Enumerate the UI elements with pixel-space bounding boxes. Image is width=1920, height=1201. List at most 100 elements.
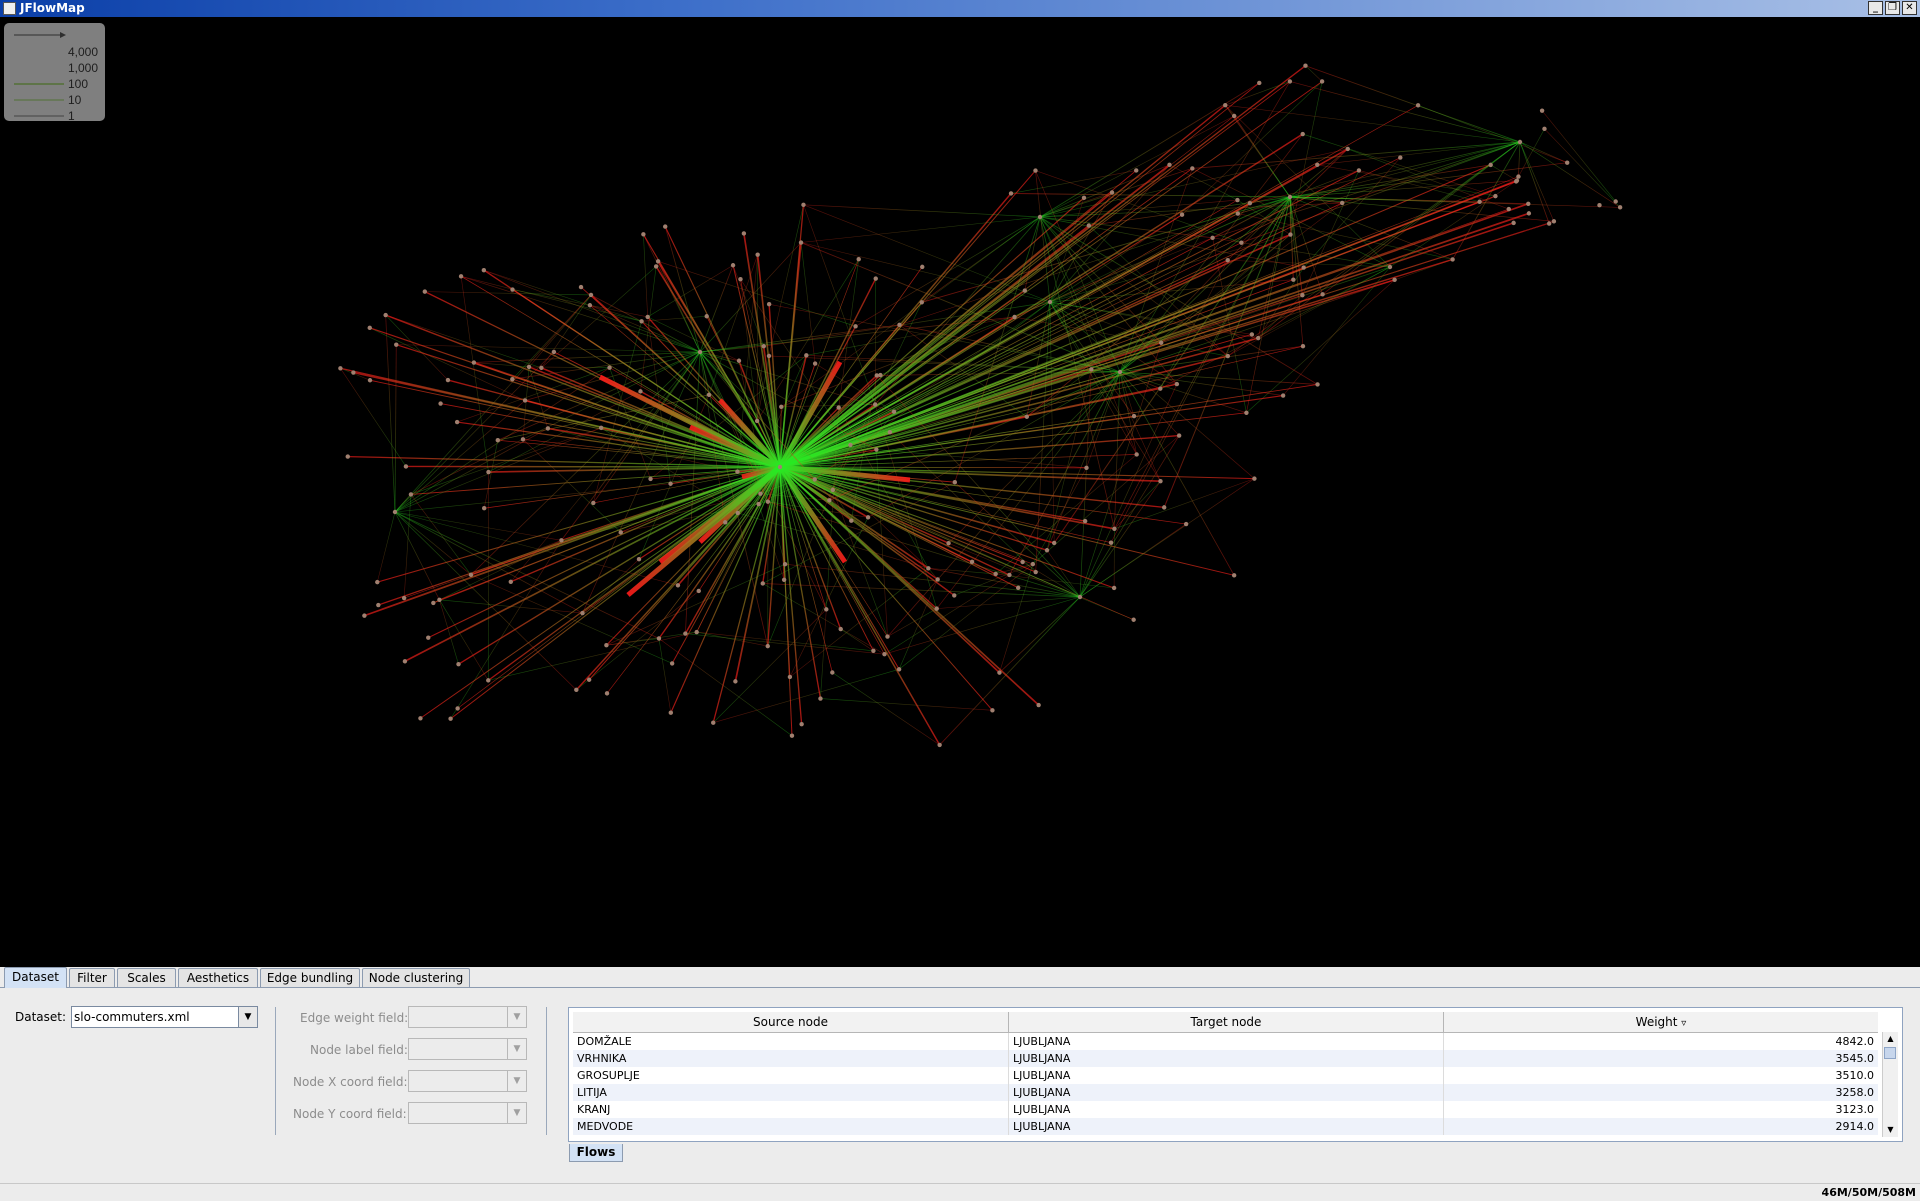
map-node[interactable] xyxy=(486,470,490,474)
map-node[interactable] xyxy=(694,630,698,634)
map-node[interactable] xyxy=(1110,190,1114,194)
map-node[interactable] xyxy=(837,405,841,409)
map-node[interactable] xyxy=(656,259,660,263)
map-node[interactable] xyxy=(599,426,603,430)
map-node[interactable] xyxy=(767,302,771,306)
restore-button[interactable]: ❐ xyxy=(1885,1,1900,15)
map-node[interactable] xyxy=(874,447,878,451)
table-row[interactable]: VRHNIKALJUBLJANA3545.0 xyxy=(573,1050,1878,1067)
map-node[interactable] xyxy=(376,603,380,607)
map-node[interactable] xyxy=(1180,213,1184,217)
tab-scales[interactable]: Scales xyxy=(117,968,176,987)
map-node[interactable] xyxy=(438,401,442,405)
map-node[interactable] xyxy=(1087,223,1091,227)
map-node[interactable] xyxy=(857,257,861,261)
map-node[interactable] xyxy=(885,634,889,638)
map-node[interactable] xyxy=(934,606,938,610)
map-node[interactable] xyxy=(383,313,387,317)
tab-edge-bundling[interactable]: Edge bundling xyxy=(260,968,360,987)
map-node[interactable] xyxy=(521,437,525,441)
flow-map-canvas[interactable]: 4,000 1,000 100 10 1 xyxy=(0,17,1920,967)
map-node[interactable] xyxy=(827,498,831,502)
map-node[interactable] xyxy=(589,293,593,297)
map-node[interactable] xyxy=(446,378,450,382)
map-node[interactable] xyxy=(1244,411,1248,415)
column-header-weight[interactable]: Weight ▿ xyxy=(1444,1012,1878,1032)
map-node[interactable] xyxy=(375,580,379,584)
map-node[interactable] xyxy=(1038,215,1042,219)
map-node[interactable] xyxy=(431,601,435,605)
map-node[interactable] xyxy=(456,662,460,666)
map-node[interactable] xyxy=(448,717,452,721)
edge-weight-select[interactable]: ▼ xyxy=(408,1006,527,1028)
map-node[interactable] xyxy=(697,589,701,593)
map-node[interactable] xyxy=(790,734,794,738)
map-node[interactable] xyxy=(394,342,398,346)
map-node[interactable] xyxy=(1109,540,1113,544)
map-node[interactable] xyxy=(783,562,787,566)
map-node[interactable] xyxy=(897,667,901,671)
map-node[interactable] xyxy=(1320,79,1324,83)
map-node[interactable] xyxy=(1232,114,1236,118)
map-node[interactable] xyxy=(755,419,759,423)
map-node[interactable] xyxy=(1236,211,1240,215)
map-node[interactable] xyxy=(1190,166,1194,170)
table-row[interactable]: DOMŽALELJUBLJANA4842.0 xyxy=(573,1033,1878,1050)
map-node[interactable] xyxy=(510,377,514,381)
map-node[interactable] xyxy=(1257,81,1261,85)
map-node[interactable] xyxy=(486,678,490,682)
map-node[interactable] xyxy=(559,538,563,542)
map-node[interactable] xyxy=(1291,277,1295,281)
map-node[interactable] xyxy=(839,627,843,631)
map-node[interactable] xyxy=(1320,292,1324,296)
map-node[interactable] xyxy=(761,581,765,585)
map-node[interactable] xyxy=(799,240,803,244)
map-node[interactable] xyxy=(1162,505,1166,509)
map-node[interactable] xyxy=(455,420,459,424)
chevron-down-icon[interactable]: ▼ xyxy=(507,1103,526,1123)
map-node[interactable] xyxy=(1007,573,1011,577)
map-node[interactable] xyxy=(1016,586,1020,590)
map-node[interactable] xyxy=(1597,203,1601,207)
table-row[interactable]: LITIJALJUBLJANA3258.0 xyxy=(573,1084,1878,1101)
map-node[interactable] xyxy=(804,353,808,357)
map-node[interactable] xyxy=(1158,386,1162,390)
map-node[interactable] xyxy=(926,566,930,570)
close-button[interactable]: ✕ xyxy=(1902,1,1917,15)
map-node[interactable] xyxy=(707,393,711,397)
node-y-select[interactable]: ▼ xyxy=(408,1102,527,1124)
map-node[interactable] xyxy=(607,365,611,369)
dataset-select[interactable]: slo-commuters.xml ▼ xyxy=(71,1006,258,1028)
map-node[interactable] xyxy=(510,287,514,291)
column-header-target[interactable]: Target node xyxy=(1009,1012,1444,1032)
map-node[interactable] xyxy=(482,506,486,510)
map-node[interactable] xyxy=(1301,344,1305,348)
map-node[interactable] xyxy=(824,607,828,611)
map-node[interactable] xyxy=(1518,140,1522,144)
map-node[interactable] xyxy=(882,652,886,656)
map-node[interactable] xyxy=(731,263,735,267)
map-node[interactable] xyxy=(735,470,739,474)
map-node[interactable] xyxy=(1398,155,1402,159)
map-node[interactable] xyxy=(1300,293,1304,297)
map-node[interactable] xyxy=(742,231,746,235)
map-node[interactable] xyxy=(1565,160,1569,164)
map-node[interactable] xyxy=(482,268,486,272)
map-node[interactable] xyxy=(469,573,473,577)
map-node[interactable] xyxy=(1045,548,1049,552)
map-node[interactable] xyxy=(1132,414,1136,418)
map-node[interactable] xyxy=(1357,168,1361,172)
map-node[interactable] xyxy=(676,583,680,587)
map-node[interactable] xyxy=(873,402,877,406)
map-node[interactable] xyxy=(766,499,770,503)
map-node[interactable] xyxy=(1177,433,1181,437)
map-node[interactable] xyxy=(1134,452,1138,456)
map-node[interactable] xyxy=(993,572,997,576)
map-node[interactable] xyxy=(546,426,550,430)
map-node[interactable] xyxy=(1118,370,1122,374)
map-node[interactable] xyxy=(1112,586,1116,590)
map-node[interactable] xyxy=(1493,194,1497,198)
map-node[interactable] xyxy=(1315,163,1319,167)
map-node[interactable] xyxy=(813,477,817,481)
tab-filter[interactable]: Filter xyxy=(69,968,115,987)
